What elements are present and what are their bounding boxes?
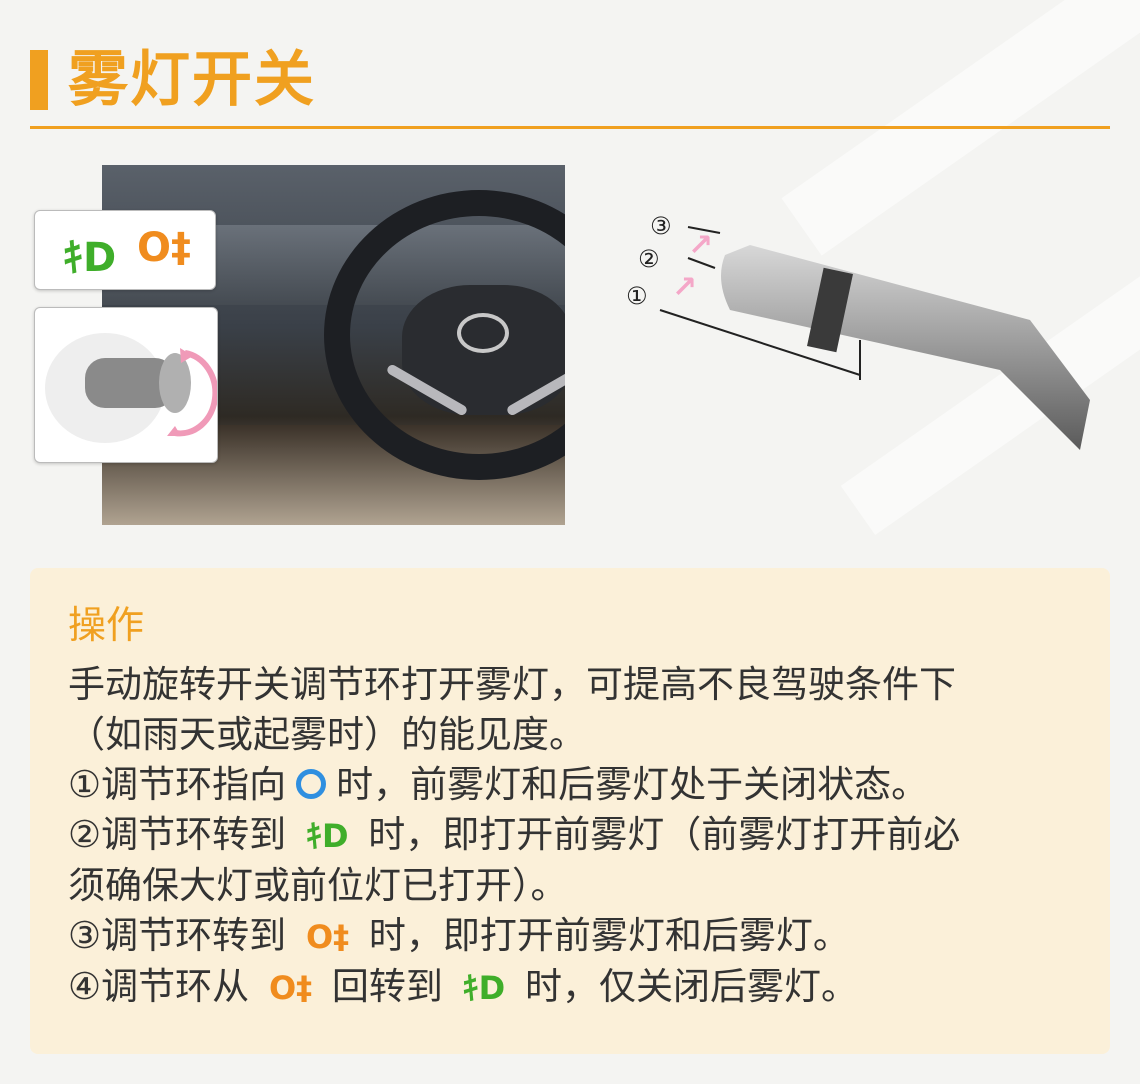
front-fog-icon: ｷD	[63, 235, 117, 281]
step-1: ①调节环指向 时，前雾灯和后雾灯处于关闭状态。	[68, 760, 1088, 810]
step-3-prefix: ③调节环转到	[68, 914, 287, 957]
light-stalk-diagram: ③ ② ① ↗ ↗	[620, 200, 1100, 460]
step-1-suffix: 时，前雾灯和后雾灯处于关闭状态。	[336, 763, 929, 806]
step-3: ③调节环转到 O‡ 时，即打开前雾灯和后雾灯。	[68, 911, 1088, 962]
position-label-1: ①	[626, 282, 648, 310]
step-1-prefix: ①调节环指向	[68, 763, 287, 806]
page-title: 雾灯开关	[68, 45, 316, 115]
fog-icons-callout: ｷD O‡	[34, 210, 216, 290]
step-3-suffix: 时，即打开前雾灯和后雾灯。	[368, 914, 850, 957]
switch-rotation-callout	[34, 307, 218, 463]
toyota-logo	[457, 313, 509, 353]
hand-rotating-switch-illustration	[45, 333, 217, 443]
front-fog-icon: ｷD	[462, 969, 506, 1007]
operation-panel: 操作 手动旋转开关调节环打开雾灯，可提高不良驾驶条件下 （如雨天或起雾时）的能见…	[30, 568, 1110, 1054]
step-4: ④调节环从 O‡ 回转到 ｷD 时，仅关闭后雾灯。	[68, 962, 1088, 1013]
page-header: 雾灯开关	[30, 44, 1110, 129]
rear-fog-icon: O‡	[137, 225, 192, 271]
rotation-arrow-icon: ↗	[688, 228, 714, 263]
step-2-continued: 须确保大灯或前位灯已打开）。	[68, 864, 568, 907]
step-4-prefix: ④调节环从	[68, 965, 250, 1008]
operation-heading: 操作	[68, 603, 145, 647]
header-accent-bar	[30, 50, 48, 110]
intro-line-1: 手动旋转开关调节环打开雾灯，可提高不良驾驶条件下	[68, 663, 956, 706]
intro-line-2: （如雨天或起雾时）的能见度。	[68, 713, 586, 756]
rotation-arrow-icon: ↗	[672, 270, 698, 305]
rear-fog-icon: O‡	[305, 918, 350, 956]
operation-text: 手动旋转开关调节环打开雾灯，可提高不良驾驶条件下 （如雨天或起雾时）的能见度。 …	[68, 660, 1088, 1013]
step-2: ②调节环转到 ｷD 时，即打开前雾灯（前雾灯打开前必	[68, 810, 1088, 861]
off-position-icon	[296, 769, 327, 799]
rear-fog-icon: O‡	[268, 969, 313, 1007]
step-4-suffix: 时，仅关闭后雾灯。	[525, 965, 859, 1008]
position-label-2: ②	[638, 245, 660, 273]
front-fog-icon: ｷD	[305, 817, 349, 855]
position-label-3: ③	[650, 212, 672, 240]
step-2-suffix: 时，即打开前雾灯（前雾灯打开前必	[368, 813, 961, 856]
step-2-prefix: ②调节环转到	[68, 813, 287, 856]
step-4-middle: 回转到	[331, 965, 443, 1008]
